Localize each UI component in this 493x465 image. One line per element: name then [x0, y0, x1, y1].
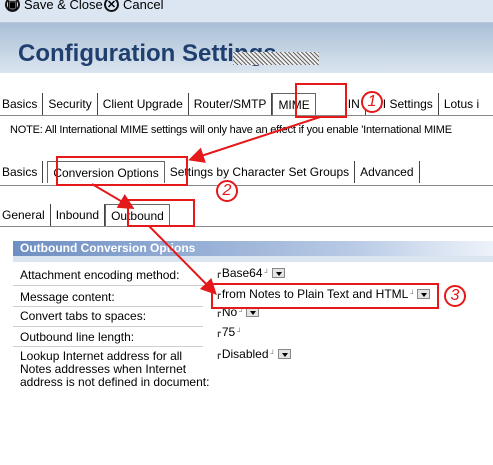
section-subheader: [13, 256, 493, 262]
attachment-encoding-select[interactable]: ┏ Base64 ┘: [216, 266, 285, 280]
mime-note: NOTE: All International MIME settings wi…: [10, 124, 452, 136]
lookup-internet-address-label: Lookup Internet address for all Notes ad…: [20, 349, 210, 389]
save-close-button[interactable]: ▣ Save & Close: [5, 0, 103, 14]
tab-mime[interactable]: MIME: [272, 93, 316, 115]
tab-outbound[interactable]: Outbound: [105, 204, 170, 226]
tab-inbound[interactable]: Inbound: [51, 204, 106, 226]
save-close-label: Save & Close: [24, 0, 103, 12]
tab-basics[interactable]: Basics: [0, 93, 44, 115]
message-content-value: from Notes to Plain Text and HTML: [221, 287, 409, 301]
divider: [0, 185, 493, 186]
divider: [0, 115, 493, 116]
field-corner-icon: ┏: [216, 289, 221, 299]
outbound-line-length-label: Outbound line length:: [20, 330, 135, 344]
callout-number-1: 1: [361, 91, 383, 113]
dropdown-arrow-icon[interactable]: [271, 268, 285, 278]
divider: [0, 226, 493, 227]
mime-tab-row: Basics Conversion Options Settings by Ch…: [0, 161, 420, 183]
callout-number-3: 3: [444, 285, 466, 307]
lookup-internet-address-select[interactable]: ┏ Disabled ┘: [216, 347, 291, 361]
cancel-label: Cancel: [123, 0, 164, 12]
form-header: Configuration Settings: [0, 23, 493, 73]
dropdown-arrow-icon[interactable]: [277, 349, 291, 359]
convert-tabs-label: Convert tabs to spaces:: [20, 309, 147, 323]
tab-router-smtp[interactable]: Router/SMTP: [189, 93, 273, 115]
header-decoration: [233, 52, 319, 65]
field-end-icon: ┘: [410, 290, 416, 298]
tab-lotus[interactable]: Lotus i: [439, 93, 484, 115]
tab-conversion-options[interactable]: Conversion Options: [47, 161, 165, 183]
attachment-encoding-label: Attachment encoding method:: [20, 268, 180, 282]
tab-security[interactable]: Security: [43, 93, 98, 115]
action-toolbar: ▣ Save & Close ✕ Cancel: [0, 0, 493, 23]
cancel-x-icon: ✕: [104, 0, 119, 12]
field-end-icon: ┘: [239, 308, 245, 316]
cancel-button[interactable]: ✕ Cancel: [104, 0, 163, 14]
tab-advanced[interactable]: Advanced: [355, 161, 420, 183]
field-end-icon: ┘: [270, 350, 276, 358]
callout-number-2: 2: [216, 180, 238, 202]
field-corner-icon: ┏: [216, 349, 221, 359]
field-corner-icon: ┏: [216, 327, 221, 337]
dropdown-arrow-icon[interactable]: [246, 307, 260, 317]
row-divider: [13, 306, 203, 307]
tab-mime-basics[interactable]: Basics: [0, 161, 44, 183]
field-end-icon: ┘: [264, 269, 270, 277]
row-divider: [13, 285, 203, 286]
field-corner-icon: ┏: [216, 268, 221, 278]
field-end-icon: ┘: [237, 328, 243, 336]
message-content-select[interactable]: ┏ from Notes to Plain Text and HTML ┘: [216, 287, 431, 301]
tab-in[interactable]: IN: [316, 93, 366, 115]
tab-client-upgrade[interactable]: Client Upgrade: [98, 93, 189, 115]
lookup-internet-address-value: Disabled: [221, 347, 269, 361]
row-divider: [13, 326, 203, 327]
dropdown-arrow-icon[interactable]: [417, 289, 431, 299]
conversion-tab-row: General Inbound Outbound: [0, 204, 170, 226]
section-header: Outbound Conversion Options: [13, 241, 493, 256]
convert-tabs-value: No: [221, 305, 238, 319]
main-tab-row: Basics Security Client Upgrade Router/SM…: [0, 93, 484, 115]
save-icon: ▣: [5, 0, 20, 12]
outbound-line-length-value: 75: [221, 325, 236, 339]
attachment-encoding-value: Base64: [221, 266, 263, 280]
message-content-label: Message content:: [20, 290, 115, 304]
outbound-line-length-field[interactable]: ┏ 75 ┘: [216, 325, 242, 339]
row-divider: [13, 346, 203, 347]
convert-tabs-select[interactable]: ┏ No ┘: [216, 305, 260, 319]
tab-character-set-groups[interactable]: Settings by Character Set Groups: [165, 161, 356, 183]
tab-general[interactable]: General: [0, 204, 51, 226]
field-corner-icon: ┏: [216, 307, 221, 317]
